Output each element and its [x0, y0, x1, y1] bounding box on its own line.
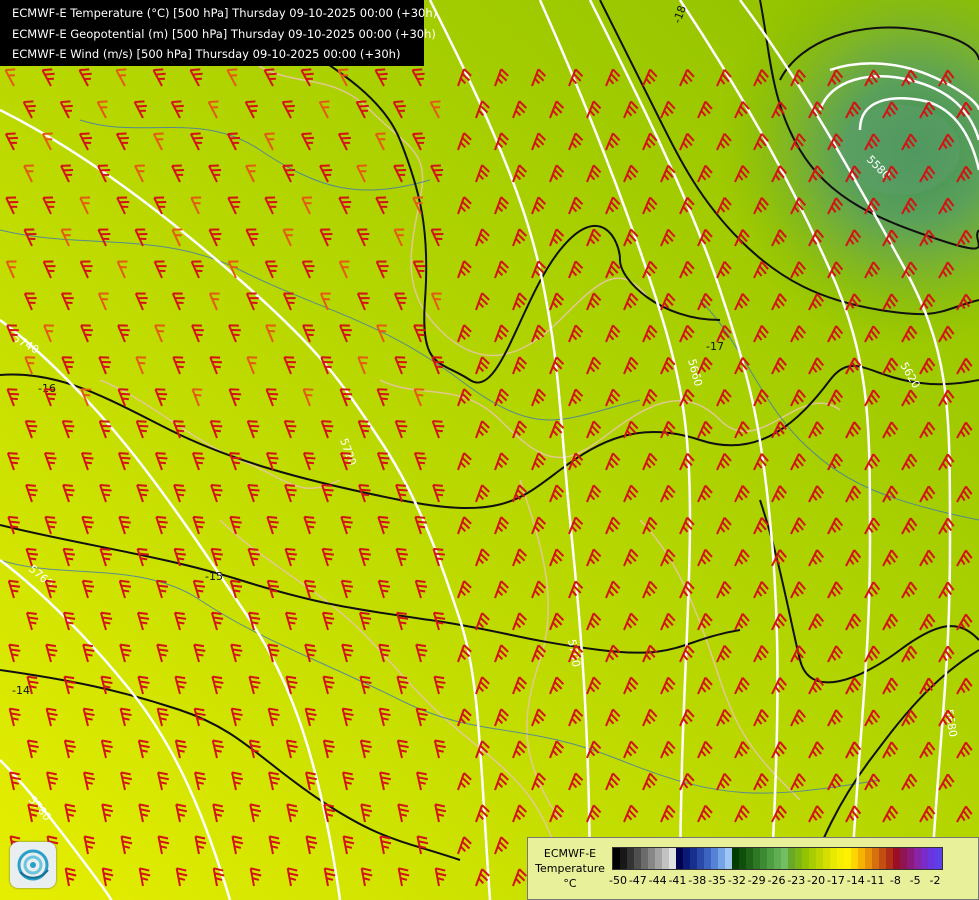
cold-core — [840, 105, 960, 195]
legend-swatch — [886, 848, 893, 869]
legend-swatch — [613, 848, 620, 869]
ecmwf-logo-icon — [10, 842, 56, 888]
legend-swatch — [662, 848, 669, 869]
legend-tick: -32 — [727, 874, 746, 887]
legend-swatch — [704, 848, 711, 869]
legend-swatch — [634, 848, 641, 869]
legend-swatch — [928, 848, 935, 869]
temperature-label: -14 — [12, 684, 30, 697]
legend-swatch — [669, 848, 676, 869]
legend-swatch — [921, 848, 928, 869]
legend-tick: -23 — [787, 874, 806, 887]
legend-swatch — [872, 848, 879, 869]
temperature-label: -17 — [706, 340, 724, 353]
legend-tick: -2 — [929, 874, 941, 887]
legend-tick: -38 — [688, 874, 707, 887]
legend-swatch — [711, 848, 718, 869]
legend-tick: -44 — [648, 874, 667, 887]
legend-swatch — [620, 848, 627, 869]
legend-swatch — [893, 848, 900, 869]
legend-tick: -5 — [909, 874, 921, 887]
legend-tick: -17 — [826, 874, 845, 887]
legend-swatch — [697, 848, 704, 869]
legend-swatch — [879, 848, 886, 869]
legend-tick: -29 — [747, 874, 766, 887]
legend-swatch — [690, 848, 697, 869]
legend-tick: -26 — [767, 874, 786, 887]
legend-swatch — [830, 848, 837, 869]
title-temperature: ECMWF-E Temperature (°C) [500 hPa] Thurs… — [12, 6, 438, 20]
legend-swatch — [837, 848, 844, 869]
legend-swatch — [753, 848, 760, 869]
legend-swatch — [802, 848, 809, 869]
legend-swatch — [676, 848, 683, 869]
legend-ticks: -50 -47 -44 -41 -38 -35 -32 -29 -26 -23 -20 -17 -14-… — [609, 874, 974, 890]
legend-swatch — [935, 848, 942, 869]
legend-tick: -20 — [807, 874, 826, 887]
legend-tick: -35 — [708, 874, 727, 887]
legend-swatch — [865, 848, 872, 869]
legend-swatch — [683, 848, 690, 869]
title-geopotential: ECMWF-E Geopotential (m) [500 hPa] Thurs… — [12, 26, 436, 41]
legend-swatch — [788, 848, 795, 869]
title-wind: ECMWF-E Wind (m/s) [500 hPa] Thursday 09… — [12, 47, 401, 61]
legend-tick: -14 — [846, 874, 865, 887]
legend-tick: -8 — [889, 874, 901, 887]
legend-swatch — [725, 848, 732, 869]
legend-swatch — [781, 848, 788, 869]
weather-map: 5740 5720 5760 5700 5780 5660 5620 5680 … — [0, 0, 979, 900]
legend-swatch — [795, 848, 802, 869]
legend-swatch — [732, 848, 739, 869]
legend-swatch — [774, 848, 781, 869]
legend-swatch — [648, 848, 655, 869]
legend-swatch — [823, 848, 830, 869]
low-pressure-center — [0, 0, 979, 900]
legend-swatch — [851, 848, 858, 869]
legend-swatch — [760, 848, 767, 869]
map-title-box: ECMWF-E Temperature (°C) [500 hPa] Thurs… — [0, 0, 438, 66]
legend-tick: -11 — [866, 874, 885, 887]
map-viewer: 5740 5720 5760 5700 5780 5660 5620 5680 … — [0, 0, 979, 900]
legend-variable: Temperature — [535, 862, 605, 875]
legend-model: ECMWF-E — [543, 847, 597, 860]
temperature-label: -15 — [205, 570, 223, 583]
legend-tick: -41 — [668, 874, 687, 887]
legend-unit: °C — [563, 877, 577, 890]
legend-tick: -50 — [609, 874, 627, 887]
legend-swatch — [858, 848, 865, 869]
legend-swatch — [900, 848, 907, 869]
legend-swatch — [809, 848, 816, 869]
legend-swatch — [641, 848, 648, 869]
legend-swatch — [718, 848, 725, 869]
legend-swatch — [907, 848, 914, 869]
legend-swatch — [914, 848, 921, 869]
legend-swatch — [816, 848, 823, 869]
legend-colorbar — [612, 847, 943, 870]
legend-swatch — [844, 848, 851, 869]
legend-tick: -47 — [628, 874, 647, 887]
legend-swatch — [627, 848, 634, 869]
temperature-legend: ECMWF-E Temperature °C -50 -47 -44 -41 -38 -3… — [527, 837, 979, 900]
legend-swatch — [746, 848, 753, 869]
legend-swatch — [767, 848, 774, 869]
legend-label: ECMWF-E Temperature °C — [532, 846, 608, 891]
legend-swatch — [739, 848, 746, 869]
legend-swatch — [655, 848, 662, 869]
